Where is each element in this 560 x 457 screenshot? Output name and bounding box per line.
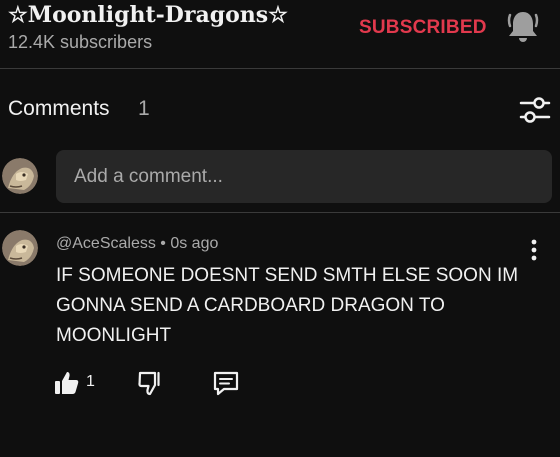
bell-icon[interactable] bbox=[506, 9, 540, 45]
subscribed-button[interactable]: SUBSCRIBED bbox=[359, 17, 487, 39]
like-icon[interactable] bbox=[54, 370, 80, 396]
user-avatar[interactable] bbox=[2, 158, 38, 194]
commenter-avatar[interactable] bbox=[2, 230, 38, 266]
subscriber-count: 12.4K subscribers bbox=[8, 32, 153, 52]
add-comment-placeholder: Add a comment... bbox=[74, 166, 223, 187]
comments-page: ☆Moonlight-Dragons☆ 12.4K subscribers SU… bbox=[0, 0, 560, 457]
channel-name[interactable]: ☆Moonlight-Dragons☆ bbox=[8, 2, 288, 28]
like-count: 1 bbox=[86, 373, 95, 390]
comments-count: 1 bbox=[138, 97, 150, 120]
dislike-icon[interactable] bbox=[137, 370, 163, 396]
comment-byline[interactable]: @AceScaless • 0s ago bbox=[56, 235, 218, 253]
comment-text: IF SOMEONE DOESNT SEND SMTH ELSE SOON IM… bbox=[56, 265, 519, 346]
comments-title: Comments bbox=[8, 97, 110, 120]
filter-sliders-icon[interactable] bbox=[519, 94, 551, 126]
add-comment-input[interactable]: Add a comment... bbox=[56, 150, 552, 203]
more-vert-icon[interactable] bbox=[526, 236, 542, 264]
comments-divider bbox=[0, 212, 560, 213]
header-divider bbox=[0, 68, 560, 69]
reply-icon[interactable] bbox=[212, 370, 240, 396]
